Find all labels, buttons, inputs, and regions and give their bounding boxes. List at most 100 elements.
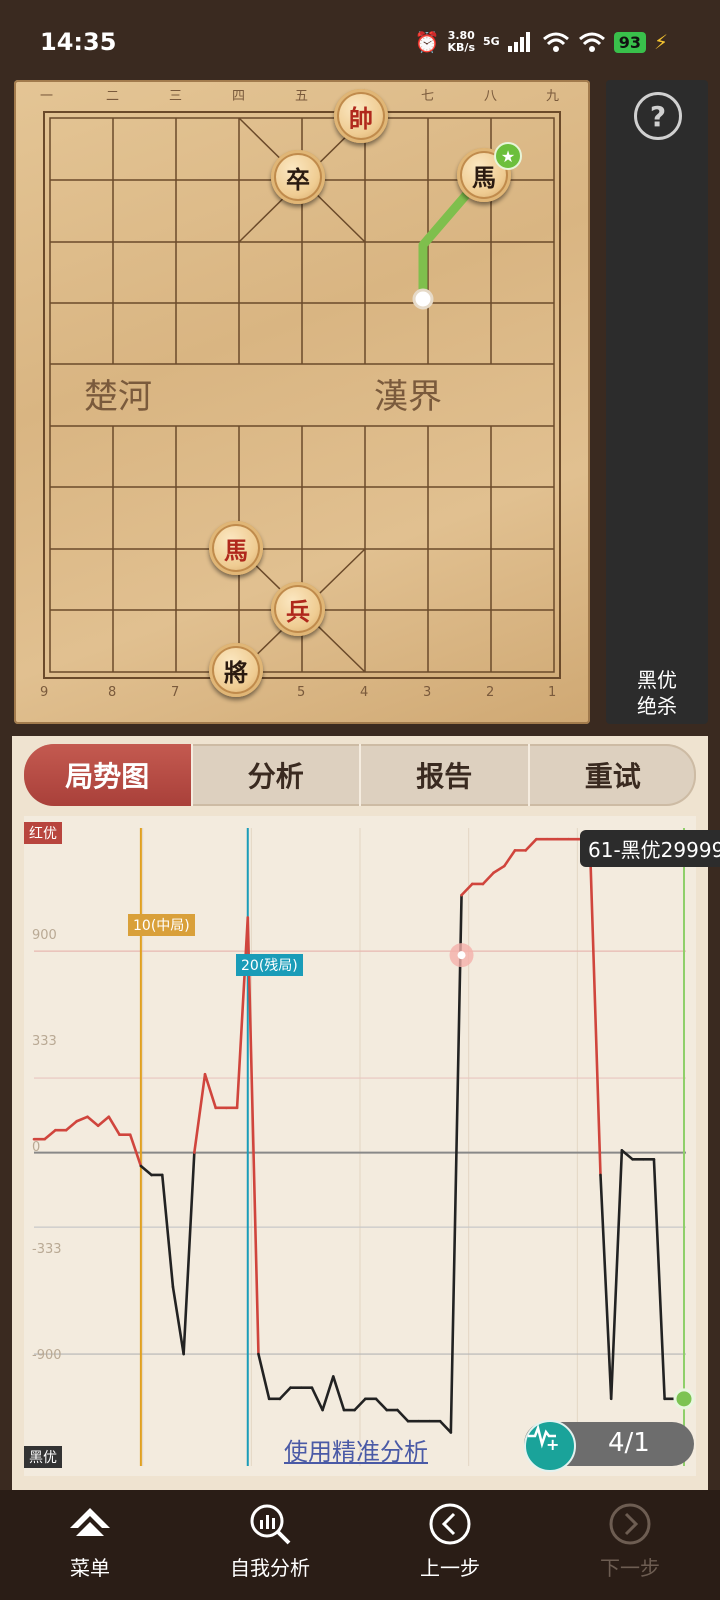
signal-icon — [507, 32, 530, 52]
y-tick-333: 333 — [32, 1034, 57, 1049]
series-segment — [524, 837, 538, 852]
col-bottom-4: 4 — [360, 685, 368, 700]
side-panel: ? 黑优 绝杀 — [606, 80, 708, 724]
col-top-2: 二 — [106, 89, 119, 104]
precise-analysis-link[interactable]: 使用精准分析 — [284, 1432, 428, 1467]
col-bottom-1: 1 — [548, 685, 556, 700]
piece-red-horse[interactable]: 馬 — [209, 521, 263, 575]
star-icon: ★ — [494, 142, 522, 170]
top-label: 红优 — [24, 822, 62, 844]
col-top-5: 五 — [295, 89, 308, 104]
col-top-8: 八 — [484, 89, 497, 104]
nav-menu-label: 菜单 — [70, 1556, 110, 1580]
series-segment — [203, 1072, 218, 1110]
marker-midgame: 10(中局) — [128, 914, 195, 936]
piece-red-king[interactable]: 帥 — [334, 89, 388, 143]
series-segment — [396, 1408, 410, 1423]
series-segment — [43, 1128, 57, 1141]
chart-tooltip: 61-黑优29999 — [580, 830, 720, 867]
tab-bar: 局势图 分析 报告 重试 — [24, 744, 696, 806]
piece-black-pawn[interactable]: 卒 — [271, 150, 325, 204]
series-segment — [257, 1352, 271, 1401]
status-icons: ⏰ 3.80 KB/s 5G 93 ⚡ — [415, 30, 668, 55]
move-origin-dot — [412, 288, 434, 310]
nav-self-analysis[interactable]: 自我分析 — [180, 1490, 360, 1600]
tab-analysis[interactable]: 分析 — [190, 744, 360, 806]
series-segment — [182, 1151, 196, 1356]
series-segment — [502, 849, 517, 868]
col-bottom-8: 8 — [108, 685, 116, 700]
series-segment — [321, 1375, 335, 1412]
chart-canvas — [32, 828, 695, 1466]
counter-value: 4/1 — [608, 1428, 650, 1458]
river-right: 漢界 — [374, 377, 442, 417]
col-bottom-3: 3 — [423, 685, 431, 700]
nav-prev-label: 上一步 — [420, 1556, 480, 1580]
battery-level: 93 — [613, 31, 646, 53]
series-segment — [438, 1419, 453, 1434]
side-status-1: 黑优 — [637, 668, 677, 692]
clock: 14:35 — [40, 28, 117, 56]
river-left: 楚河 — [84, 377, 152, 417]
series-segment — [588, 837, 602, 1177]
series-segment — [460, 882, 474, 897]
xiangqi-board[interactable]: 楚河 漢界 一 二 三 四 五 六 七 八 九 9 8 7 6 5 4 3 2 … — [14, 80, 590, 724]
wifi-icon-2 — [578, 32, 605, 52]
analysis-counter[interactable]: + 4/1 — [524, 1420, 694, 1472]
highlight-point — [457, 951, 466, 960]
chevron-left-icon — [428, 1502, 472, 1546]
series-segment — [160, 1173, 175, 1289]
net-speed: 3.80 KB/s — [448, 30, 475, 54]
bottom-label: 黑优 — [24, 1446, 62, 1468]
tab-situation-chart[interactable]: 局势图 — [24, 744, 191, 806]
chevron-right-icon — [608, 1502, 652, 1546]
nav-prev-step[interactable]: 上一步 — [360, 1490, 540, 1600]
side-status-2: 绝杀 — [637, 694, 677, 718]
series-segment — [331, 1375, 346, 1412]
wifi-icon — [542, 32, 569, 52]
magnifier-chart-icon — [248, 1502, 292, 1546]
nav-menu[interactable]: 菜单 — [0, 1490, 180, 1600]
col-bottom-5: 5 — [297, 685, 305, 700]
net-speed-unit: KB/s — [447, 41, 475, 54]
tab-report[interactable]: 报告 — [359, 744, 528, 806]
charging-icon: ⚡ — [653, 30, 668, 54]
col-top-7: 七 — [421, 89, 434, 104]
svg-text:+: + — [546, 1435, 559, 1450]
y-tick-neg900: -900 — [32, 1348, 62, 1363]
col-bottom-7: 7 — [171, 685, 179, 700]
help-button[interactable]: ? — [634, 92, 682, 140]
tab-retry[interactable]: 重试 — [527, 744, 697, 806]
series-segment — [278, 1386, 292, 1401]
nav-self-analysis-label: 自我分析 — [230, 1556, 310, 1580]
analysis-panel: 局势图 分析 报告 重试 红优 黑优 900 333 0 -333 -900 1… — [12, 736, 720, 1490]
series-segment — [64, 1119, 79, 1132]
series-segment — [75, 1115, 89, 1123]
series-segment — [652, 1158, 666, 1401]
series-segment — [171, 1285, 185, 1356]
bottom-nav: 菜单 自我分析 上一步 下一步 — [0, 1490, 720, 1600]
y-tick-neg333: -333 — [32, 1242, 62, 1257]
advantage-chart[interactable]: 红优 黑优 900 333 0 -333 -900 10(中局) 20(残局) … — [24, 816, 720, 1476]
nav-next-step[interactable]: 下一步 — [540, 1490, 720, 1600]
series-segment — [107, 1115, 121, 1136]
series-segment — [86, 1115, 100, 1128]
piece-red-pawn[interactable]: 兵 — [271, 582, 325, 636]
col-top-1: 一 — [40, 89, 53, 104]
series-segment — [246, 916, 260, 1356]
col-bottom-9: 9 — [40, 685, 48, 700]
col-top-9: 九 — [546, 89, 559, 104]
series-segment — [599, 1173, 613, 1401]
marker-endgame: 20(残局) — [236, 954, 303, 976]
col-top-4: 四 — [232, 89, 245, 104]
series-segment — [193, 1072, 207, 1154]
col-bottom-2: 2 — [486, 685, 494, 700]
series-segment — [449, 893, 463, 1434]
status-bar: 14:35 ⏰ 3.80 KB/s 5G 93 ⚡ — [0, 0, 720, 80]
end-point — [673, 1388, 695, 1410]
series-segment — [235, 916, 250, 1110]
piece-black-general[interactable]: 將 — [209, 643, 263, 697]
y-tick-0: 0 — [32, 1140, 41, 1155]
series-segment — [128, 1133, 143, 1168]
pulse-add-icon[interactable]: + — [524, 1420, 576, 1472]
